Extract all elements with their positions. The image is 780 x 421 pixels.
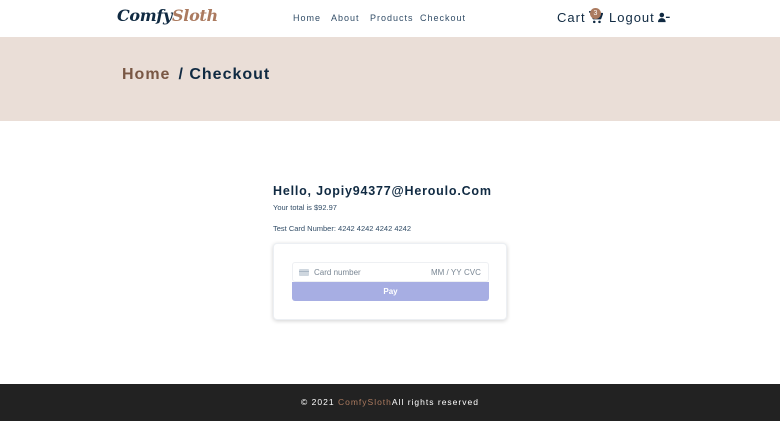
footer: © 2021 ComfySlothAll rights reserved bbox=[0, 384, 780, 421]
logo-main: Comfy bbox=[117, 6, 173, 25]
breadcrumb: Home / Checkout bbox=[122, 66, 270, 84]
payment-form: Card number MM / YY CVC Pay bbox=[273, 243, 507, 320]
navbar: ComfySloth Home About Products Checkout … bbox=[0, 0, 780, 37]
test-card-hint: Test Card Number: 4242 4242 4242 4242 bbox=[273, 224, 412, 233]
user-minus-icon bbox=[657, 12, 670, 23]
logo[interactable]: ComfySloth bbox=[117, 6, 218, 25]
cart-label: Cart bbox=[557, 10, 586, 25]
footer-brand: ComfySloth bbox=[337, 397, 392, 407]
logout-label: Logout bbox=[609, 10, 655, 25]
card-number-placeholder: Card number bbox=[314, 268, 361, 277]
footer-copyright-prefix: © 2021 bbox=[301, 397, 335, 407]
credit-card-icon bbox=[299, 269, 309, 276]
pay-button[interactable]: Pay bbox=[292, 282, 489, 301]
footer-copyright: © 2021 ComfySlothAll rights reserved bbox=[0, 397, 780, 407]
nav-link-about[interactable]: About bbox=[331, 13, 360, 23]
nav-link-checkout[interactable]: Checkout bbox=[420, 13, 466, 23]
greeting-heading: Hello, Jopiy94377@Heroulo.Com bbox=[273, 184, 492, 198]
cart-count-badge: 3 bbox=[590, 8, 601, 19]
nav-link-home[interactable]: Home bbox=[293, 13, 321, 23]
logo-accent: Sloth bbox=[172, 6, 218, 25]
nav-link-products[interactable]: Products bbox=[370, 13, 414, 23]
breadcrumb-home-link[interactable]: Home bbox=[122, 66, 170, 83]
page-hero: Home / Checkout bbox=[0, 37, 780, 121]
card-cvc-placeholder: CVC bbox=[464, 268, 481, 277]
breadcrumb-current: / Checkout bbox=[178, 66, 271, 83]
order-total-text: Your total is $92.97 bbox=[273, 203, 337, 212]
logout-button[interactable]: Logout bbox=[609, 10, 670, 25]
footer-rights: All rights reserved bbox=[391, 397, 479, 407]
card-expiry-placeholder: MM / YY bbox=[431, 268, 462, 277]
card-element-input[interactable]: Card number MM / YY CVC bbox=[292, 262, 489, 282]
